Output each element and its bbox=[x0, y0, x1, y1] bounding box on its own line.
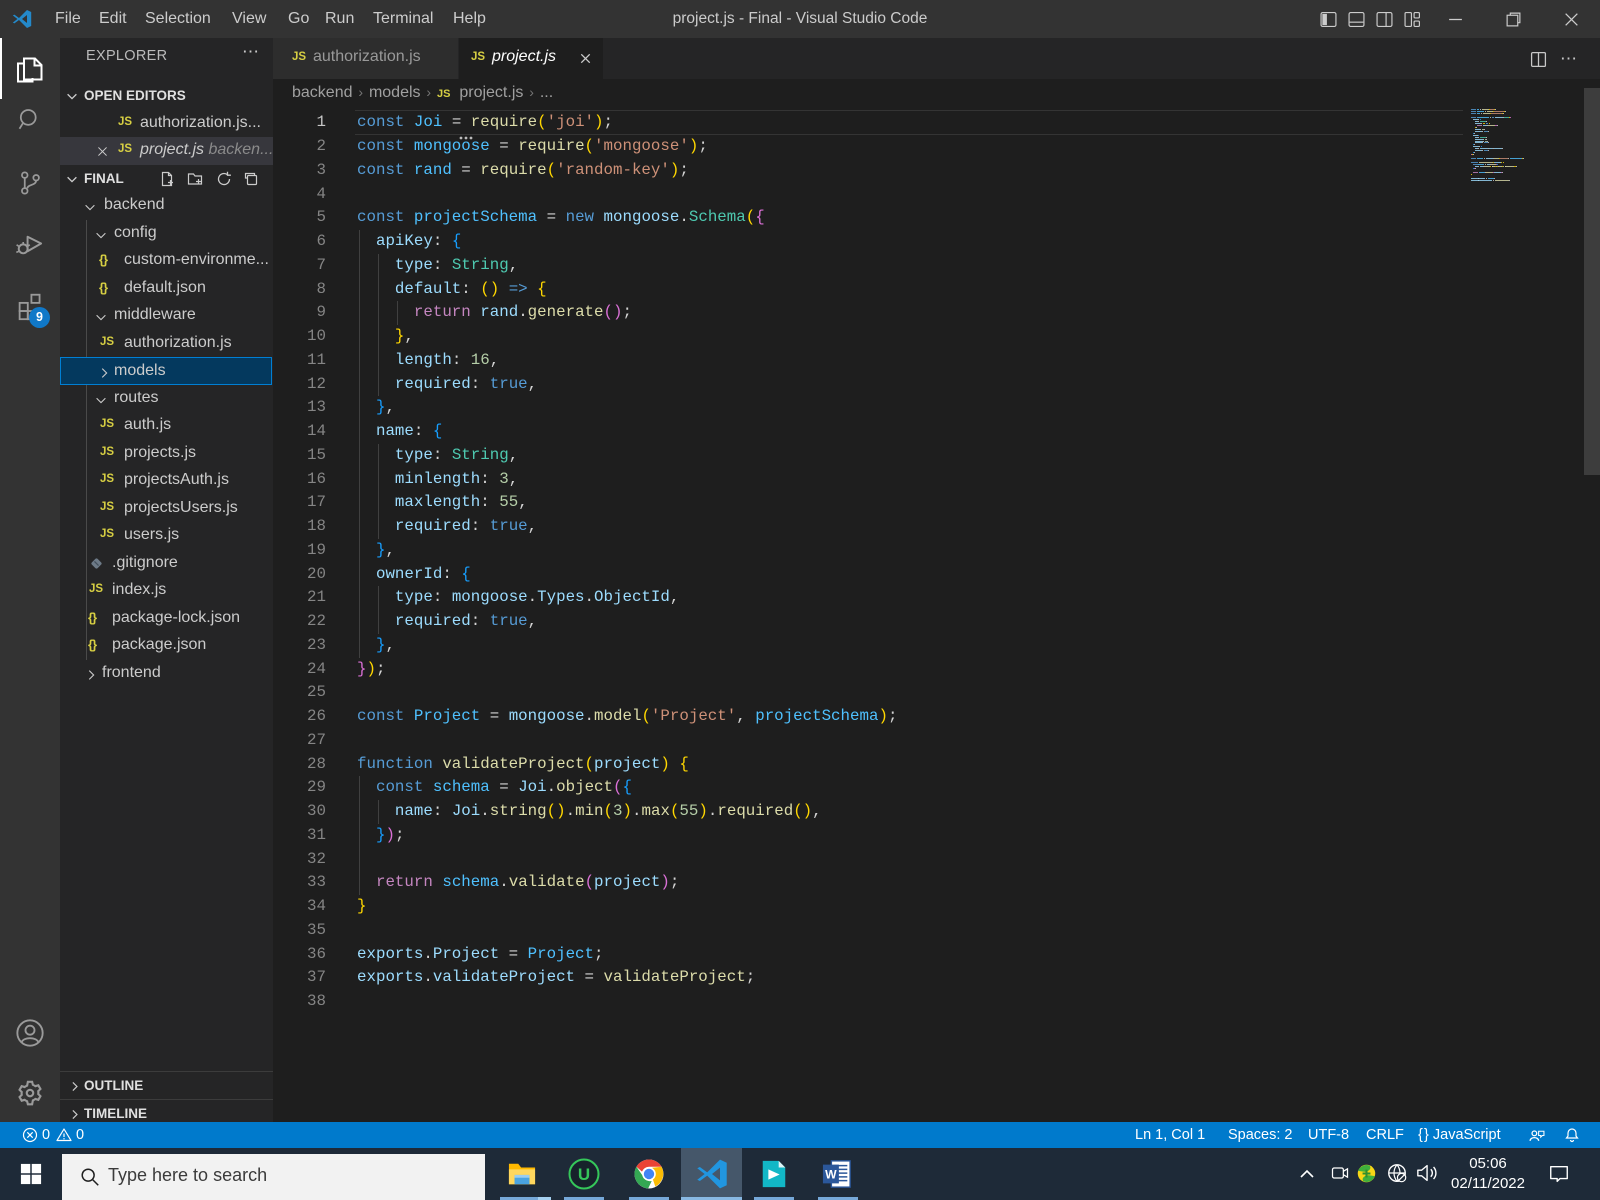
svg-text:W: W bbox=[825, 1168, 837, 1182]
svg-text:U: U bbox=[578, 1165, 590, 1184]
